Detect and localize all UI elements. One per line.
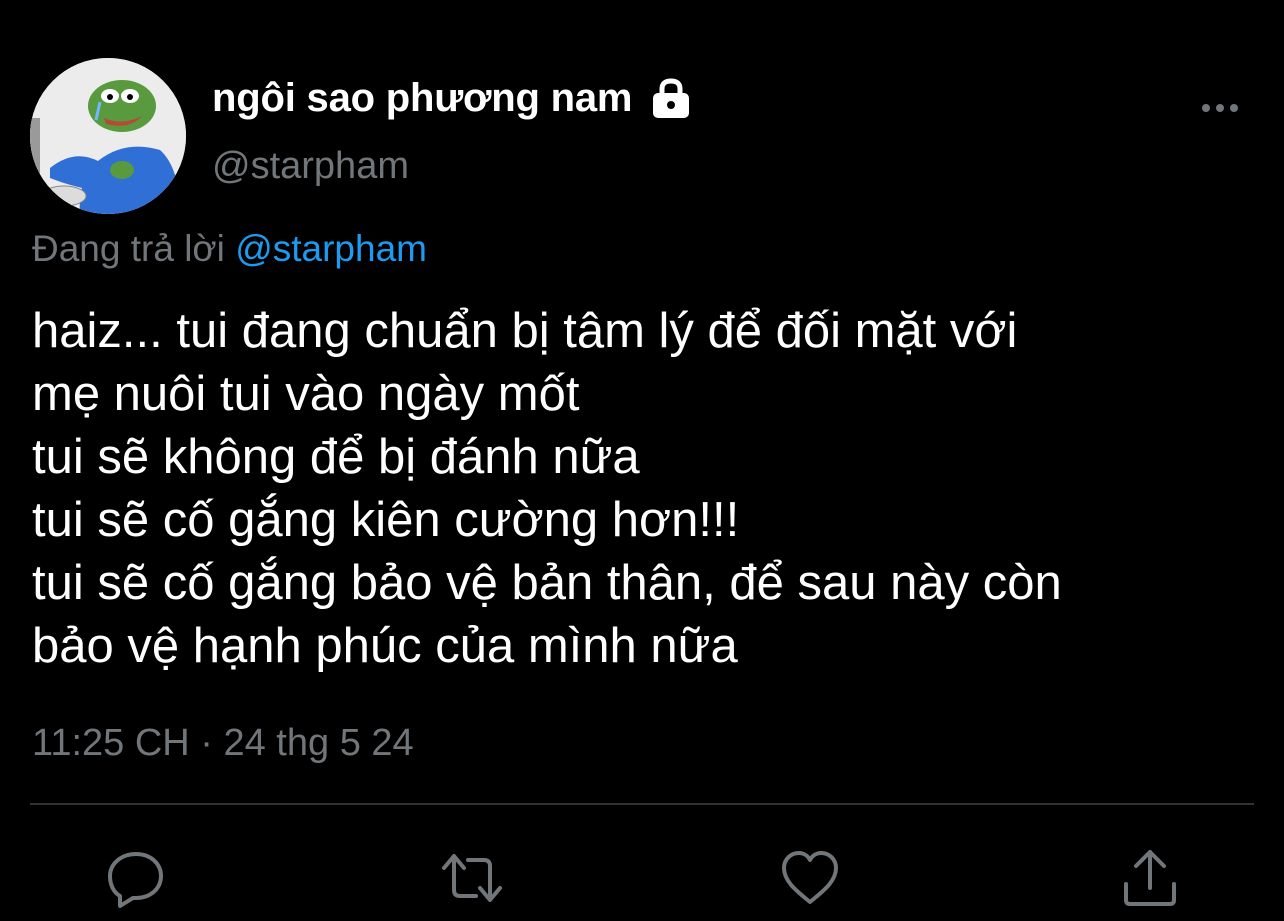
avatar[interactable] bbox=[30, 58, 186, 214]
replying-to: Đang trả lời @starpham bbox=[32, 228, 427, 270]
author-display-name[interactable]: ngôi sao phương nam bbox=[212, 76, 632, 121]
replying-to-mention[interactable]: @starpham bbox=[235, 228, 427, 269]
tweet-text-line: tui sẽ cố gắng bảo vệ bản thân, để sau n… bbox=[32, 556, 1062, 610]
share-button[interactable] bbox=[1118, 846, 1182, 910]
more-options-icon[interactable] bbox=[1198, 94, 1242, 122]
retweet-icon bbox=[442, 854, 502, 902]
tweet-text-line: tui sẽ cố gắng kiên cường hơn!!! bbox=[32, 493, 740, 547]
author-name-row: ngôi sao phương nam bbox=[212, 76, 692, 121]
lock-icon bbox=[650, 77, 692, 120]
like-icon bbox=[782, 851, 838, 904]
retweet-button[interactable] bbox=[440, 846, 504, 910]
like-button[interactable] bbox=[778, 846, 842, 910]
share-icon bbox=[1124, 850, 1176, 906]
reply-button[interactable] bbox=[104, 846, 168, 910]
tweet-text: haiz... tui đang chuẩn bị tâm lý để đối … bbox=[32, 300, 1262, 678]
tweet-text-line: mẹ nuôi tui vào ngày mốt bbox=[32, 367, 580, 421]
divider bbox=[30, 803, 1254, 805]
tweet-text-line: bảo vệ hạnh phúc của mình nữa bbox=[32, 619, 738, 673]
tweet-timestamp[interactable]: 11:25 CH · 24 thg 5 24 bbox=[32, 722, 414, 765]
author-handle[interactable]: @starpham bbox=[212, 145, 409, 188]
tweet-text-line: tui sẽ không để bị đánh nữa bbox=[32, 430, 640, 484]
replying-to-label: Đang trả lời bbox=[32, 228, 225, 269]
reply-icon bbox=[108, 852, 163, 908]
tweet-text-line: haiz... tui đang chuẩn bị tâm lý để đối … bbox=[32, 304, 1018, 358]
pepe-frog-avatar bbox=[30, 58, 186, 214]
